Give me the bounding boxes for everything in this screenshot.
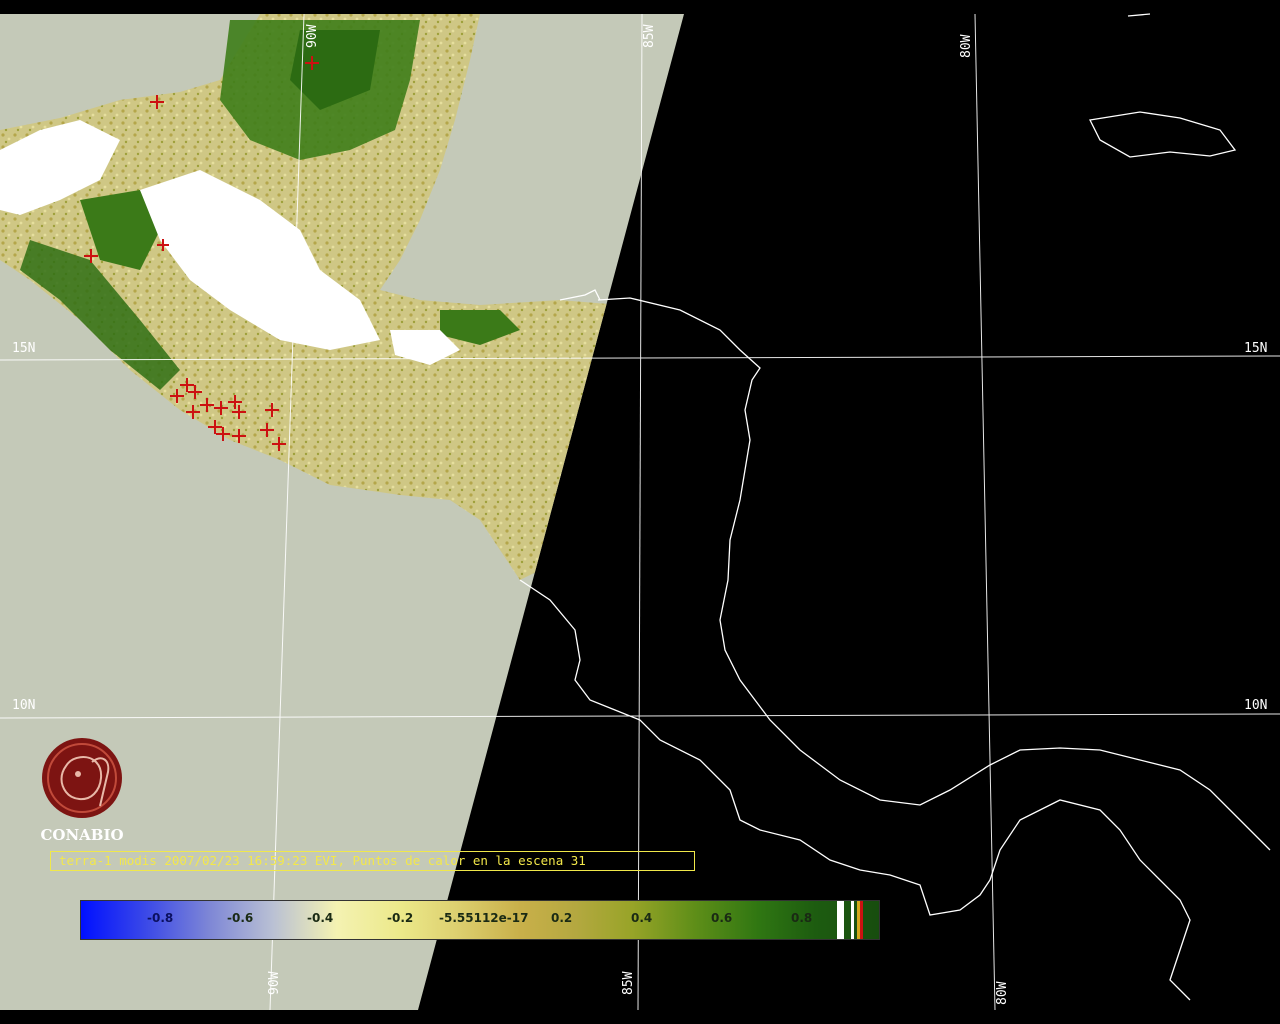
- conabio-emblem-icon: [42, 738, 122, 818]
- lat-label-15n-left: 15N: [12, 341, 36, 356]
- colorbar-swatch-red: [860, 901, 863, 939]
- lon-label-85w-top: 85W: [642, 24, 657, 48]
- colorbar-tick: 0.4: [631, 911, 653, 925]
- colorbar-tick: -0.2: [387, 911, 414, 925]
- evi-colorbar: -0.8 -0.6 -0.4 -0.2 -5.55112e-17 0.2 0.4…: [80, 900, 880, 940]
- lat-label-15n-right: 15N: [1244, 341, 1268, 356]
- lon-label-80w-top: 80W: [959, 34, 974, 58]
- colorbar-tick: -0.4: [307, 911, 334, 925]
- colorbar-tick: -0.8: [147, 911, 174, 925]
- scene-caption: terra-1 modis 2007/02/23 16:59:23 EVI, P…: [50, 851, 695, 871]
- lat-label-10n-left: 10N: [12, 698, 36, 713]
- colorbar-tick: 0.8: [791, 911, 813, 925]
- conabio-logo: CONABIO: [36, 736, 128, 844]
- lon-label-90w-top: 90W: [305, 24, 320, 48]
- lon-label-80w-bottom: 80W: [995, 981, 1010, 1005]
- colorbar-tick: -5.55112e-17: [439, 911, 529, 925]
- colorbar-swatch-cloud: [837, 901, 844, 939]
- colorbar-tick: -0.6: [227, 911, 254, 925]
- conabio-logo-text: CONABIO: [40, 826, 124, 844]
- colorbar-tick: 0.2: [551, 911, 573, 925]
- lat-label-10n-right: 10N: [1244, 698, 1268, 713]
- lon-label-85w-bottom: 85W: [621, 971, 636, 995]
- colorbar-swatch-white: [851, 901, 854, 939]
- lon-label-90w-bottom: 90W: [267, 971, 282, 995]
- colorbar-tick: 0.6: [711, 911, 733, 925]
